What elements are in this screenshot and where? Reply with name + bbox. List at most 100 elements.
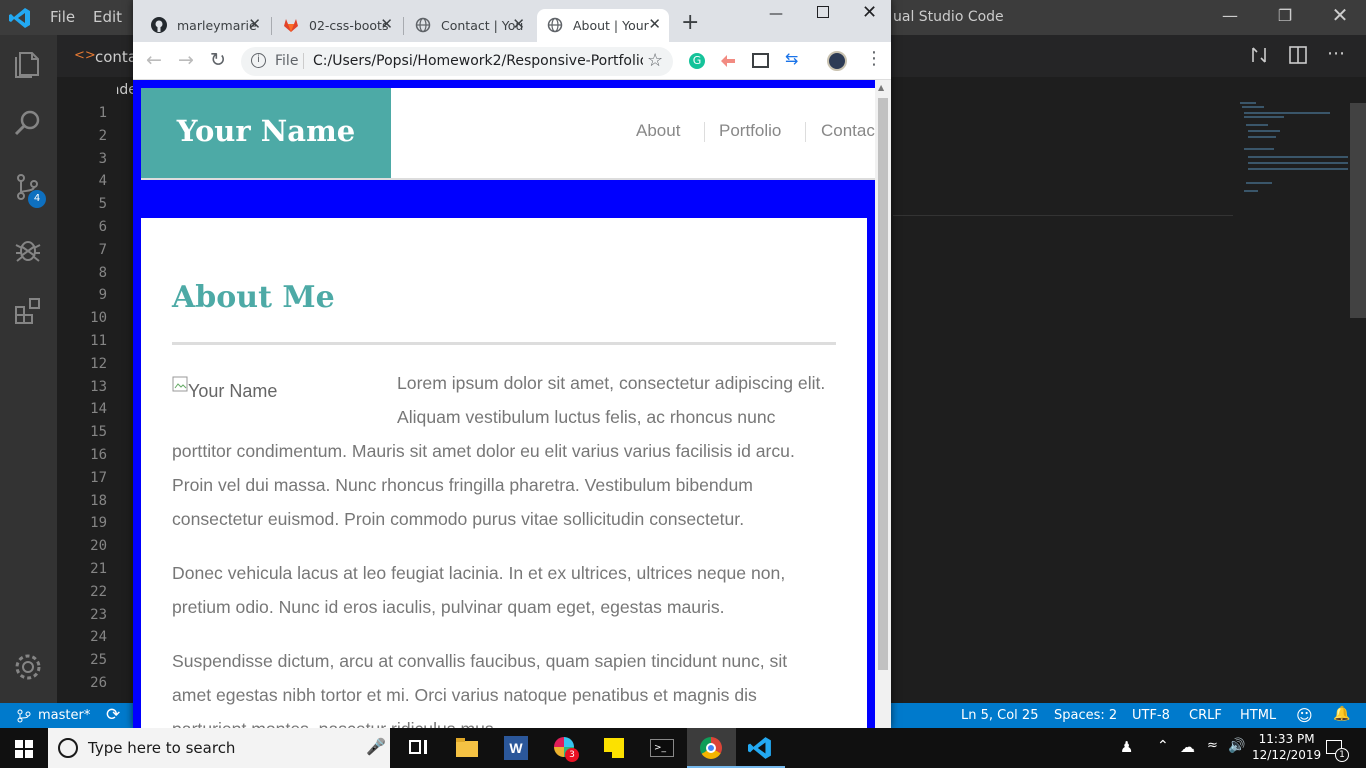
search-icon[interactable]	[12, 107, 44, 139]
slack-icon[interactable]: 3	[553, 736, 579, 762]
address-bar[interactable]: i File C:/Users/Popsi/Homework2/Responsi…	[241, 47, 673, 76]
chrome-maximize-button[interactable]	[817, 6, 829, 18]
screenshot-icon[interactable]	[752, 53, 769, 68]
split-editor-icon[interactable]	[1289, 46, 1307, 64]
chrome-minimize-button[interactable]: —	[769, 6, 783, 22]
page-scroll-thumb[interactable]	[878, 98, 888, 670]
page-viewport: Your Name About Portfolio Contac About M…	[133, 80, 875, 728]
url-scheme: File	[275, 53, 299, 69]
about-card: About Me Your Name Lorem ipsum dolor sit…	[141, 218, 867, 728]
people-icon[interactable]: ♟	[1120, 738, 1133, 756]
microphone-icon[interactable]: 🎤	[366, 737, 386, 756]
nav-portfolio[interactable]: Portfolio	[719, 121, 781, 141]
indentation-status[interactable]: Spaces: 2	[1054, 708, 1117, 723]
paragraph-line: Aliquam vestibulum luctus felis, ac rhon…	[397, 407, 776, 427]
extension-arrows-icon[interactable]	[719, 53, 737, 69]
notifications-bell-icon[interactable]: 🔔	[1333, 706, 1350, 722]
site-logo-box[interactable]: Your Name	[141, 88, 391, 178]
more-actions-icon[interactable]: ⋯	[1327, 43, 1345, 64]
sync-icon[interactable]: ⟳	[106, 705, 120, 725]
minimize-button[interactable]: —	[1218, 6, 1242, 30]
nav-separator	[805, 122, 806, 142]
language-mode-status[interactable]: HTML	[1240, 708, 1276, 723]
wifi-icon[interactable]: ≈	[1207, 738, 1218, 753]
editor-scrollbar[interactable]	[1350, 103, 1366, 318]
tab-title: Contact | You	[441, 18, 524, 33]
line-number: 16	[90, 447, 107, 463]
profile-avatar[interactable]	[827, 51, 847, 71]
tray-chevron-up-icon[interactable]: ⌃	[1157, 738, 1169, 754]
globe-icon	[415, 17, 431, 33]
line-number: 15	[90, 424, 107, 441]
windows-start-icon[interactable]	[15, 740, 33, 758]
minimap[interactable]	[1236, 100, 1350, 200]
close-tab-icon[interactable]: ✕	[380, 15, 393, 33]
action-center-badge: 1	[1335, 748, 1349, 762]
grammarly-icon[interactable]: G	[689, 53, 705, 69]
chrome-menu-icon[interactable]: ⋮	[865, 49, 883, 69]
cursor-position[interactable]: Ln 5, Col 25	[961, 708, 1038, 723]
new-tab-plus-icon[interactable]: +	[681, 12, 699, 34]
close-tab-icon[interactable]: ✕	[248, 15, 261, 33]
task-view-icon[interactable]	[405, 736, 431, 760]
sticky-notes-icon[interactable]	[602, 736, 628, 760]
eol-status[interactable]: CRLF	[1189, 708, 1222, 723]
line-number: 7	[98, 241, 107, 258]
file-explorer-icon[interactable]	[455, 736, 481, 760]
url-text[interactable]: C:/Users/Popsi/Homework2/Responsive-Port…	[313, 53, 643, 69]
scroll-up-arrow-icon[interactable]: ▲	[878, 83, 884, 92]
github-icon	[151, 17, 167, 33]
reload-icon[interactable]: ↻	[210, 49, 226, 71]
encoding-status[interactable]: UTF-8	[1132, 708, 1170, 723]
debug-icon[interactable]	[12, 233, 44, 265]
site-logo[interactable]: Your Name	[141, 114, 391, 148]
menu-edit[interactable]: Edit	[93, 8, 122, 26]
line-number: 12	[90, 355, 107, 372]
sync-arrows-icon[interactable]: ⇆	[785, 49, 798, 68]
browser-tab-gitlab[interactable]: 02-css-boots ✕	[273, 9, 401, 42]
line-number: 20	[90, 538, 107, 555]
nav-about[interactable]: About	[636, 121, 680, 141]
clock-date: 12/12/2019	[1252, 748, 1322, 762]
taskbar-clock[interactable]: 11:33 PM 12/12/2019	[1252, 731, 1321, 763]
close-tab-icon[interactable]: ✕	[648, 15, 661, 33]
info-icon[interactable]: i	[251, 53, 266, 68]
chrome-icon[interactable]	[699, 736, 725, 760]
taskbar-search[interactable]: Type here to search 🎤	[48, 728, 390, 768]
url-divider	[303, 53, 304, 69]
forward-arrow-icon[interactable]: →	[178, 49, 194, 71]
extensions-icon[interactable]	[12, 295, 44, 327]
html-file-icon: <>	[74, 48, 96, 63]
heading-rule	[172, 342, 836, 345]
browser-tab-about[interactable]: About | Your ✕	[537, 9, 669, 42]
menu-file[interactable]: File	[50, 8, 75, 26]
settings-gear-icon[interactable]	[12, 651, 44, 683]
vscode-taskbar-icon[interactable]	[748, 736, 774, 760]
line-number: 11	[90, 333, 107, 349]
feedback-smiley-icon[interactable]: ☺	[1296, 706, 1313, 725]
terminal-icon[interactable]: >_	[650, 736, 676, 760]
nav-contact[interactable]: Contac	[821, 121, 875, 141]
chrome-close-button[interactable]: ✕	[862, 2, 877, 23]
browser-tab-github[interactable]: marleymarie ✕	[141, 9, 269, 42]
onedrive-cloud-icon[interactable]: ☁	[1180, 738, 1195, 756]
compare-changes-icon[interactable]	[1249, 45, 1269, 65]
word-icon[interactable]: W	[504, 736, 530, 760]
slack-badge: 3	[565, 748, 579, 762]
explorer-icon[interactable]	[12, 47, 44, 79]
paragraph-line: parturient montes, nascetur ridiculus mu…	[172, 712, 837, 728]
close-window-button[interactable]: ✕	[1328, 3, 1352, 27]
browser-tab-contact[interactable]: Contact | You ✕	[405, 9, 533, 42]
bookmark-star-icon[interactable]: ☆	[647, 50, 663, 71]
search-placeholder: Type here to search	[88, 739, 236, 757]
line-number: 6	[98, 219, 107, 235]
paragraph-line: porttitor condimentum. Mauris sit amet d…	[172, 441, 795, 461]
maximize-button[interactable]: ❐	[1273, 6, 1297, 30]
back-arrow-icon[interactable]: ←	[146, 49, 162, 71]
git-branch-status[interactable]: master*	[38, 708, 90, 723]
editor-tab-label[interactable]: conta	[95, 48, 137, 66]
volume-icon[interactable]: 🔊	[1228, 738, 1245, 754]
paragraph-line: Suspendisse dictum, arcu at convallis fa…	[172, 651, 788, 671]
line-number: 25	[90, 652, 107, 669]
close-tab-icon[interactable]: ✕	[512, 15, 525, 33]
